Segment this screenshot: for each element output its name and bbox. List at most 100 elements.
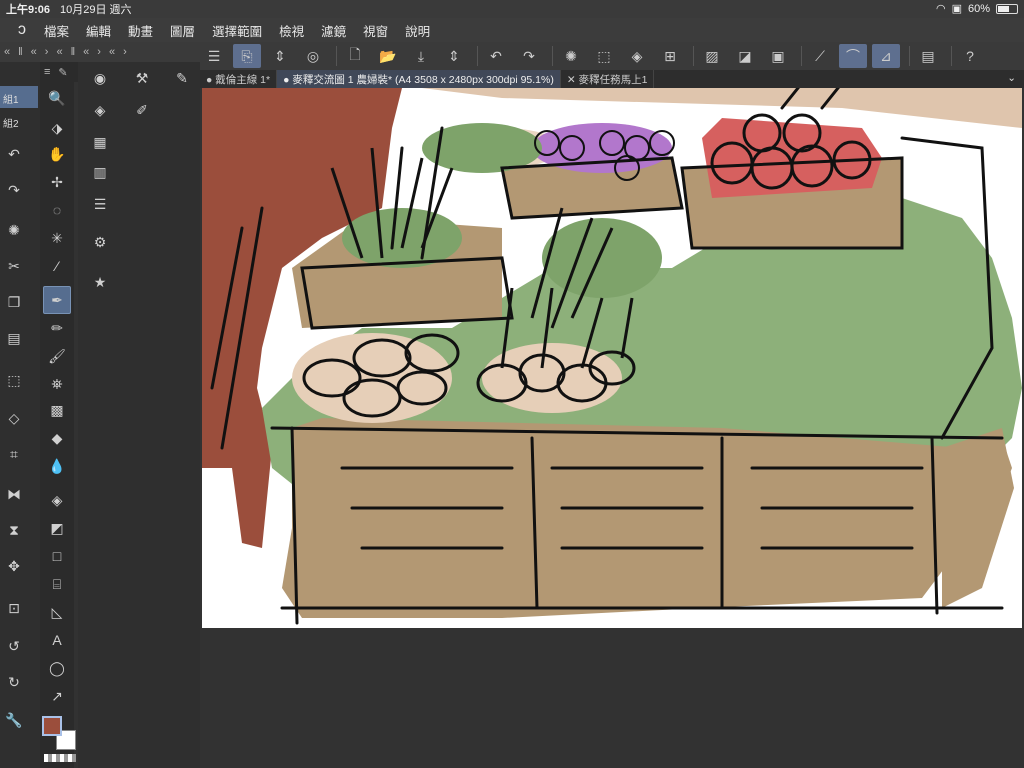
menu-layer[interactable]: 圖層 <box>170 21 195 40</box>
edit-mode-icon[interactable]: ⎘ <box>233 44 261 68</box>
tab-document[interactable]: ● 戴倫主線 1* <box>200 70 278 88</box>
airbrush-icon[interactable]: ⛯ <box>43 370 71 398</box>
flip-vertical-icon[interactable]: ⧗ <box>0 516 28 544</box>
navigator-icon[interactable]: ⊡ <box>0 594 28 622</box>
brush-size-icon[interactable]: ✐ <box>128 96 156 124</box>
grip-icon[interactable]: ‖ <box>18 46 23 58</box>
no-selection-icon[interactable]: ▨ <box>698 44 726 68</box>
redo-icon[interactable]: ↷ <box>515 44 543 68</box>
expand-icon[interactable]: › <box>45 46 49 58</box>
decoration-icon[interactable]: ▩ <box>43 396 71 424</box>
balloon-icon[interactable]: ◯ <box>43 654 71 682</box>
fill-icon[interactable]: ◈ <box>623 44 651 68</box>
move-icon[interactable]: ✢ <box>43 168 71 196</box>
select-rect-icon[interactable]: ⬚ <box>0 366 28 394</box>
palette-grid-icon[interactable]: ▦ <box>86 128 114 156</box>
undo-icon[interactable]: ↶ <box>482 44 510 68</box>
zoom-icon[interactable]: 🔍 <box>43 84 71 112</box>
app-logo-icon[interactable]: ↄ <box>0 21 44 39</box>
tab-document-active[interactable]: ● 麥釋交流圖 1 農婦裝* (A4 3508 x 2480px 300dpi … <box>277 70 561 88</box>
layer-settings-icon[interactable]: ⚙ <box>86 228 114 256</box>
magic-wand-icon[interactable]: ✳ <box>43 224 71 252</box>
updown-icon[interactable]: ⇕ <box>266 44 294 68</box>
clear-icon[interactable]: ⬚ <box>590 44 618 68</box>
gradient-icon[interactable]: ◩ <box>43 514 71 542</box>
eyedropper-icon[interactable]: ⁄ <box>43 252 71 280</box>
ruler-icon[interactable]: ⌸ <box>43 570 71 598</box>
menu-help[interactable]: 說明 <box>405 21 430 40</box>
save-icon[interactable]: ⤓ <box>407 44 435 68</box>
menu-icon[interactable]: ☰ <box>200 44 228 68</box>
collapse-icon[interactable]: « <box>4 46 10 58</box>
settings-wrench-icon[interactable]: 🔧 <box>0 706 28 734</box>
hand-icon[interactable]: ✋ <box>43 140 71 168</box>
pen-tool-icon[interactable]: ✒ <box>43 286 71 314</box>
figure-icon[interactable]: □ <box>43 542 71 570</box>
frame-border-icon[interactable]: ◺ <box>43 598 71 626</box>
sub-tool-icon[interactable]: ◉ <box>86 64 114 92</box>
layer-item[interactable]: 組2 <box>0 110 38 132</box>
spinner-icon[interactable]: ✺ <box>557 44 585 68</box>
new-file-icon[interactable]: 🗋 <box>341 44 369 68</box>
film-icon[interactable]: ▥ <box>86 158 114 186</box>
ruler-snap-icon[interactable]: ⟋ <box>806 44 834 68</box>
pen-icon[interactable]: ✎ <box>58 66 67 79</box>
tab-document[interactable]: ✕ 麥釋任務馬上1 <box>561 70 655 88</box>
grip-icon[interactable]: ‖ <box>71 46 76 58</box>
snap-line-icon[interactable]: ⊿ <box>872 44 900 68</box>
correct-line-icon[interactable]: ↗ <box>43 682 71 710</box>
layers-icon[interactable]: ◈ <box>86 96 114 124</box>
collapse-icon[interactable]: « <box>83 46 89 58</box>
move-layer-icon[interactable]: ✥ <box>0 552 28 580</box>
spinner-icon[interactable]: ✺ <box>0 216 28 244</box>
lasso-icon[interactable]: ◌ <box>43 196 71 224</box>
expand-icon[interactable]: › <box>97 46 101 58</box>
invert-icon[interactable]: ◪ <box>731 44 759 68</box>
open-folder-icon[interactable]: 📂 <box>374 44 402 68</box>
menu-selection[interactable]: 選擇範圍 <box>212 21 262 40</box>
collapse-icon[interactable]: « <box>31 46 37 58</box>
redo-icon[interactable]: ↷ <box>0 176 28 204</box>
transform-icon[interactable]: ⊞ <box>656 44 684 68</box>
menu-file[interactable]: 檔案 <box>44 21 69 40</box>
foreground-color[interactable] <box>42 716 62 736</box>
device-icon[interactable]: ▤ <box>914 44 942 68</box>
close-icon[interactable]: ✕ <box>567 74 576 86</box>
transparent-color[interactable] <box>44 754 76 762</box>
rotate-left-icon[interactable]: ↺ <box>0 632 28 660</box>
blend-icon[interactable]: 💧 <box>43 452 71 480</box>
expand-icon[interactable]: › <box>123 46 127 58</box>
updown-icon[interactable]: ⇕ <box>440 44 468 68</box>
help-icon[interactable]: ? <box>956 44 984 68</box>
text-icon[interactable]: A <box>43 626 71 654</box>
fill-icon[interactable]: ◈ <box>43 486 71 514</box>
transform-icon[interactable]: ◇ <box>0 404 28 432</box>
collapse-icon[interactable]: « <box>56 46 62 58</box>
eraser-icon[interactable]: ◆ <box>43 424 71 452</box>
menu-window[interactable]: 視窗 <box>363 21 388 40</box>
snap-icon[interactable]: ⌒ <box>839 44 867 68</box>
layer-item[interactable]: 組1 <box>0 86 38 108</box>
collapse-icon[interactable]: « <box>109 46 115 58</box>
pencil-icon[interactable]: ✏ <box>43 314 71 342</box>
rotate-right-icon[interactable]: ↻ <box>0 668 28 696</box>
brush-settings-icon[interactable]: ⚒ <box>128 64 156 92</box>
menu-icon[interactable]: ≡ <box>44 66 50 78</box>
mesh-icon[interactable]: ⌗ <box>0 440 28 468</box>
list-icon[interactable]: ☰ <box>86 190 114 218</box>
brush-icon[interactable]: 🖌 <box>43 342 71 370</box>
paste-icon[interactable]: ▤ <box>0 324 28 352</box>
copy-icon[interactable]: ❐ <box>0 288 28 316</box>
brush-list-icon[interactable]: ✎ <box>168 64 196 92</box>
menu-edit[interactable]: 編輯 <box>86 21 111 40</box>
menu-animation[interactable]: 動畫 <box>128 21 153 40</box>
chevron-down-icon[interactable]: ⌄ <box>1007 72 1016 84</box>
dashed-rect-icon[interactable]: ▣ <box>764 44 792 68</box>
flip-horizontal-icon[interactable]: ⧓ <box>0 480 28 508</box>
cut-icon[interactable]: ✂ <box>0 252 28 280</box>
menu-filter[interactable]: 濾鏡 <box>321 21 346 40</box>
drawing-canvas[interactable] <box>202 88 1022 628</box>
menu-view[interactable]: 檢視 <box>279 21 304 40</box>
material-icon[interactable]: ★ <box>86 268 114 296</box>
swirl-icon[interactable]: ◎ <box>299 44 327 68</box>
